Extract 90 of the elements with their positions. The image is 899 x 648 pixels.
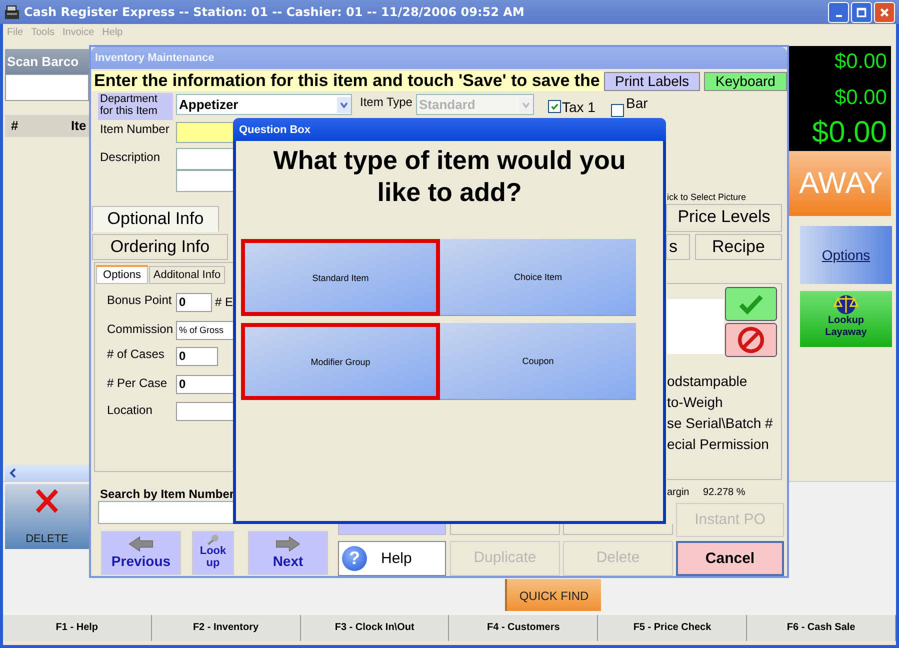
check-icon — [550, 102, 559, 111]
input-field[interactable]: 0 — [176, 375, 234, 394]
field-label: Commission — [107, 322, 174, 336]
function-key[interactable]: F6 - Cash Sale — [747, 615, 896, 641]
description-field[interactable] — [176, 148, 235, 170]
options-button[interactable]: Options — [800, 226, 892, 284]
instruction-text: Enter the information for this item and touch 'Save' to save the — [92, 71, 604, 91]
quick-find-button[interactable]: QUICK FIND — [505, 579, 601, 611]
total-amount: $0.00 — [833, 85, 888, 111]
margin-value: 92.278 % — [703, 487, 746, 498]
check-icon — [737, 293, 765, 315]
checkbox[interactable] — [611, 104, 624, 117]
tab[interactable]: Price Levels — [666, 204, 782, 232]
field-label: # Per Case — [107, 376, 168, 390]
item-type-button[interactable]: Coupon — [440, 323, 636, 400]
column-header: # — [11, 118, 18, 133]
total-amount: $0.00 — [810, 118, 888, 148]
item-number-field[interactable] — [176, 122, 235, 143]
tab[interactable]: Additonal Info — [149, 266, 225, 284]
field-label: Bonus Point — [107, 293, 172, 307]
option-label: to-Weigh — [667, 394, 723, 410]
item-type-button[interactable]: Modifier Group — [241, 323, 440, 400]
column-header: Ite — [71, 118, 86, 133]
dialog-title: Question Box — [233, 118, 666, 141]
function-key[interactable]: F5 - Price Check — [598, 615, 748, 641]
checkbox[interactable] — [548, 100, 561, 113]
x-icon — [34, 488, 60, 514]
close-icon — [879, 6, 890, 18]
window-title: Cash Register Express -- Station: 01 -- Cashier: 01 -- 11/28/2006 09:52 AM — [24, 5, 524, 19]
lookup-layaway-button[interactable]: Lookup Layaway — [800, 291, 892, 347]
checkbox-label: Bar — [626, 95, 648, 111]
field-label: Department for this Item — [98, 93, 173, 120]
help-button[interactable]: ? Help — [338, 541, 446, 576]
margin-label: argin — [667, 487, 690, 498]
field-label: Description — [100, 150, 160, 164]
item-type-button[interactable]: Choice Item — [440, 239, 636, 316]
picture-hint: ick to Select Picture — [667, 192, 746, 202]
checkbox-label: Tax 1 — [562, 99, 596, 115]
input-field[interactable]: % of Gross — [176, 321, 234, 340]
tab[interactable]: Optional Info — [92, 206, 219, 232]
left-arrow-icon — [128, 535, 154, 553]
field-label: Location — [107, 403, 152, 417]
minimize-icon — [836, 15, 842, 17]
function-key[interactable]: F3 - Clock In\Out — [300, 615, 450, 641]
total-amount: $0.00 — [833, 49, 888, 75]
department-dropdown[interactable]: Appetizer — [176, 94, 352, 115]
function-key[interactable]: F4 - Customers — [449, 615, 598, 641]
right-arrow-icon — [275, 535, 301, 553]
input-field[interactable]: 0 — [176, 347, 218, 366]
help-icon: ? — [342, 546, 367, 571]
action-button[interactable]: Cancel — [676, 541, 784, 576]
input-field[interactable]: 0 — [176, 293, 212, 312]
search-field[interactable] — [98, 501, 235, 524]
scales-icon — [830, 293, 862, 315]
tab[interactable]: Ordering Info — [92, 234, 228, 260]
maximize-icon — [856, 6, 867, 18]
field-label: # E — [215, 295, 234, 309]
save-button[interactable] — [725, 287, 777, 321]
option-label: se Serial\Batch # — [667, 415, 773, 431]
window-title: Inventory Maintenance — [91, 47, 787, 69]
picture-area — [667, 299, 724, 354]
field-label: # of Cases — [107, 347, 164, 361]
description-field[interactable] — [176, 170, 235, 192]
scan-barcode-header: Scan Barco — [5, 49, 89, 74]
delete-button[interactable]: DELETE — [5, 484, 89, 549]
previous-button[interactable]: Previous — [101, 531, 181, 575]
tab[interactable]: s — [666, 234, 690, 260]
option-label: ecial Permission — [667, 436, 769, 452]
keyboard-button[interactable]: Keyboard — [704, 72, 787, 91]
question-text: What type of item would you like to add? — [272, 144, 627, 209]
function-key[interactable]: F2 - Inventory — [152, 615, 301, 641]
maximize-button[interactable] — [851, 2, 872, 22]
field-label: Item Number — [100, 122, 170, 136]
cancel-picture-button[interactable] — [725, 323, 777, 357]
lookup-button[interactable]: Look up — [192, 531, 234, 575]
option-label: odstampable — [667, 373, 748, 389]
function-key[interactable]: F1 - Help — [3, 615, 152, 641]
next-button[interactable]: Next — [248, 531, 328, 575]
barcode-field[interactable] — [5, 74, 89, 101]
no-entry-icon — [737, 326, 765, 354]
close-button[interactable] — [874, 2, 895, 22]
minimize-button[interactable] — [828, 2, 849, 22]
item-type-button[interactable]: Standard Item — [241, 239, 440, 316]
field-label: Item Type — [360, 95, 412, 109]
scrollbar[interactable] — [5, 465, 89, 481]
tab[interactable]: Recipe — [695, 234, 782, 260]
tab[interactable]: Options — [96, 265, 148, 284]
input-field[interactable] — [176, 402, 234, 421]
print-labels-button[interactable]: Print Labels — [604, 72, 700, 91]
search-label: Search by Item Number — [100, 487, 234, 501]
